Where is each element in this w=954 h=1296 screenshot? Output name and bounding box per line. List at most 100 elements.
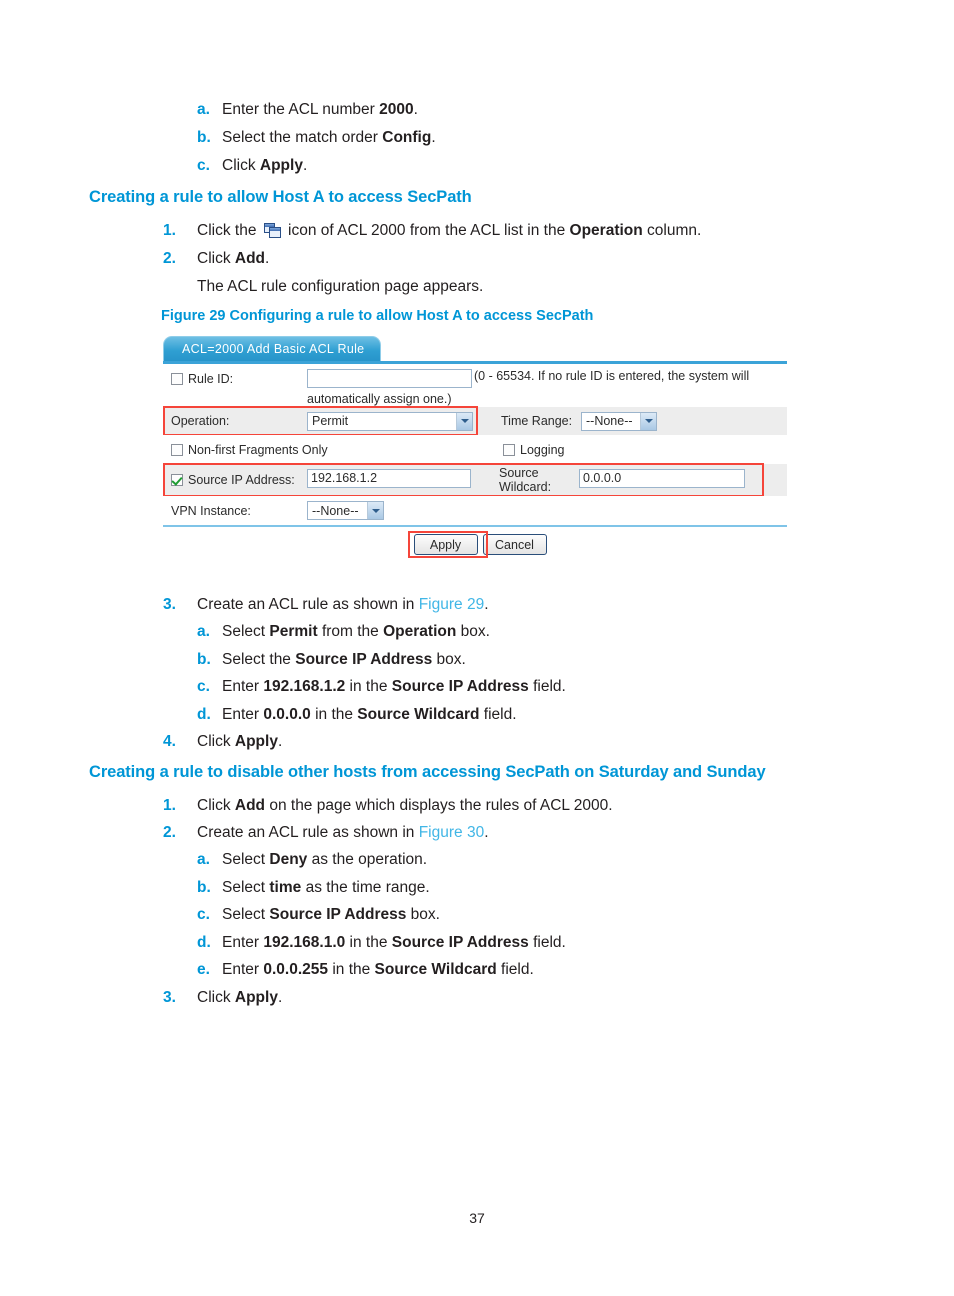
text-fragment: . [302,157,308,174]
time-range-select[interactable]: --None-- [581,411,657,431]
text-fragment: Click [197,797,235,814]
text-emphasis: 2000 [379,101,414,118]
text-fragment: Click [222,157,260,174]
text-emphasis: Apply [234,733,278,750]
time-range-label-cell: Time Range: [473,414,581,428]
list-marker: 3. [163,596,176,613]
text-fragment: in the [345,678,392,695]
source-ip-input[interactable]: 192.168.1.2 [307,469,471,488]
rule-id-hint-line2: automatically assign one.) [307,392,452,406]
list-item: e. Enter 0.0.0.255 in the Source Wildcar… [197,960,534,979]
text-fragment: icon of ACL 2000 from the ACL list in th… [283,222,570,239]
list-item: b. Select the match order Config. [197,128,436,147]
list-marker: e. [197,961,210,978]
page-number: 37 [469,1210,485,1226]
figure-link-30[interactable]: Figure 30 [419,824,484,841]
text-fragment: column. [642,222,702,239]
text-emphasis: Operation [383,623,457,640]
list-item: b. Select time as the time range. [197,878,430,897]
text-fragment: Click [197,250,235,267]
text-fragment: field. [528,678,566,695]
list-item: 3. Create an ACL rule as shown in Figure… [163,595,489,614]
non-first-fragments-label: Non-first Fragments Only [188,442,328,457]
text-fragment: from the [317,623,384,640]
text-fragment: Create an ACL rule as shown in [197,596,419,613]
list-text: Enter 192.168.1.2 in the Source IP Addre… [222,677,566,696]
text-fragment: box. [456,623,490,640]
acl-rule-form: ACL=2000 Add Basic ACL Rule Rule ID: aut… [163,336,787,558]
list-item: b. Select the Source IP Address box. [197,650,466,669]
list-marker: a. [197,101,210,118]
source-wildcard-label-cell: Source Wildcard: [471,466,579,494]
tab-label: ACL=2000 Add Basic ACL Rule [182,342,365,356]
operation-label-cell: Operation: [163,414,307,428]
source-ip-checkbox[interactable] [171,474,183,486]
rule-id-checkbox[interactable] [171,373,183,385]
rule-id-hint-line1: (0 - 65534. If no rule ID is entered, th… [474,369,750,383]
text-fragment: box. [406,906,440,923]
text-fragment: Enter [222,678,264,695]
list-item: 2. Click Add. [163,249,269,268]
text-emphasis: 192.168.1.0 [263,934,346,951]
text-emphasis: 0.0.0.0 [263,706,311,723]
list-item: 1. Click Add on the page which displays … [163,796,613,815]
list-item: 4. Click Apply. [163,732,282,751]
logging-checkbox[interactable] [503,443,515,456]
form-row-operation: Operation: Permit Time Range: --None-- [163,406,787,436]
list-text: Click Apply. [197,988,282,1007]
text-fragment: Select the [222,651,296,668]
list-item: c. Select Source IP Address box. [197,905,440,924]
chevron-down-icon [640,412,656,430]
text-fragment: in the [328,961,375,978]
operation-select[interactable]: Permit [307,411,473,431]
list-text: Click Apply. [222,156,307,175]
text-fragment: field. [496,961,534,978]
text-emphasis: Source IP Address [391,934,529,951]
step-note: The ACL rule configuration page appears. [197,277,483,296]
text-fragment: . [484,824,489,841]
text-fragment: Create an ACL rule as shown in [197,824,419,841]
list-marker: 4. [163,733,176,750]
text-fragment: . [277,733,283,750]
text-fragment: . [431,129,436,146]
list-text: Select the Source IP Address box. [222,650,466,669]
list-marker: c. [197,678,210,695]
list-item: d. Enter 0.0.0.0 in the Source Wildcard … [197,705,517,724]
rule-id-input[interactable] [307,369,472,388]
text-fragment: as the time range. [301,879,430,896]
apply-button[interactable]: Apply [413,534,478,555]
non-first-fragments-checkbox[interactable] [171,443,183,456]
text-emphasis: Operation [569,222,643,239]
text-emphasis: time [269,879,302,896]
list-text: Select the match order Config. [222,128,436,147]
cascade-windows-icon[interactable] [263,223,281,238]
source-wildcard-input[interactable]: 0.0.0.0 [579,469,745,488]
chevron-down-icon [367,502,383,519]
text-emphasis: Deny [269,851,308,868]
cancel-button[interactable]: Cancel [482,534,547,555]
tab-acl-add-basic-rule[interactable]: ACL=2000 Add Basic ACL Rule [163,336,381,362]
text-fragment: Click the [197,222,261,239]
vpn-instance-select-cell: --None-- [307,501,384,520]
rule-id-label-cell: Rule ID: [163,369,307,386]
form-row-vpn-instance: VPN Instance: --None-- [163,496,787,525]
list-text: Enter 192.168.1.0 in the Source IP Addre… [222,933,566,952]
list-marker: 3. [163,989,176,1006]
list-text: Select Source IP Address box. [222,905,440,924]
vpn-instance-select[interactable]: --None-- [307,501,384,520]
text-emphasis: Source Wildcard [357,706,480,723]
rule-id-label: Rule ID: [188,372,234,386]
list-marker: 2. [163,824,176,841]
time-range-select-value: --None-- [586,414,633,428]
figure-link-29[interactable]: Figure 29 [419,596,484,613]
text-emphasis: Add [234,250,266,267]
list-marker: b. [197,651,211,668]
text-fragment: Select [222,906,270,923]
logging-label: Logging [520,442,565,457]
list-marker: c. [197,906,210,923]
list-marker: d. [197,934,211,951]
chevron-down-icon [456,412,472,430]
text-emphasis: Add [234,797,266,814]
non-first-fragments-cell: Non-first Fragments Only [163,443,503,457]
apply-button-wrap: Apply [407,531,488,558]
